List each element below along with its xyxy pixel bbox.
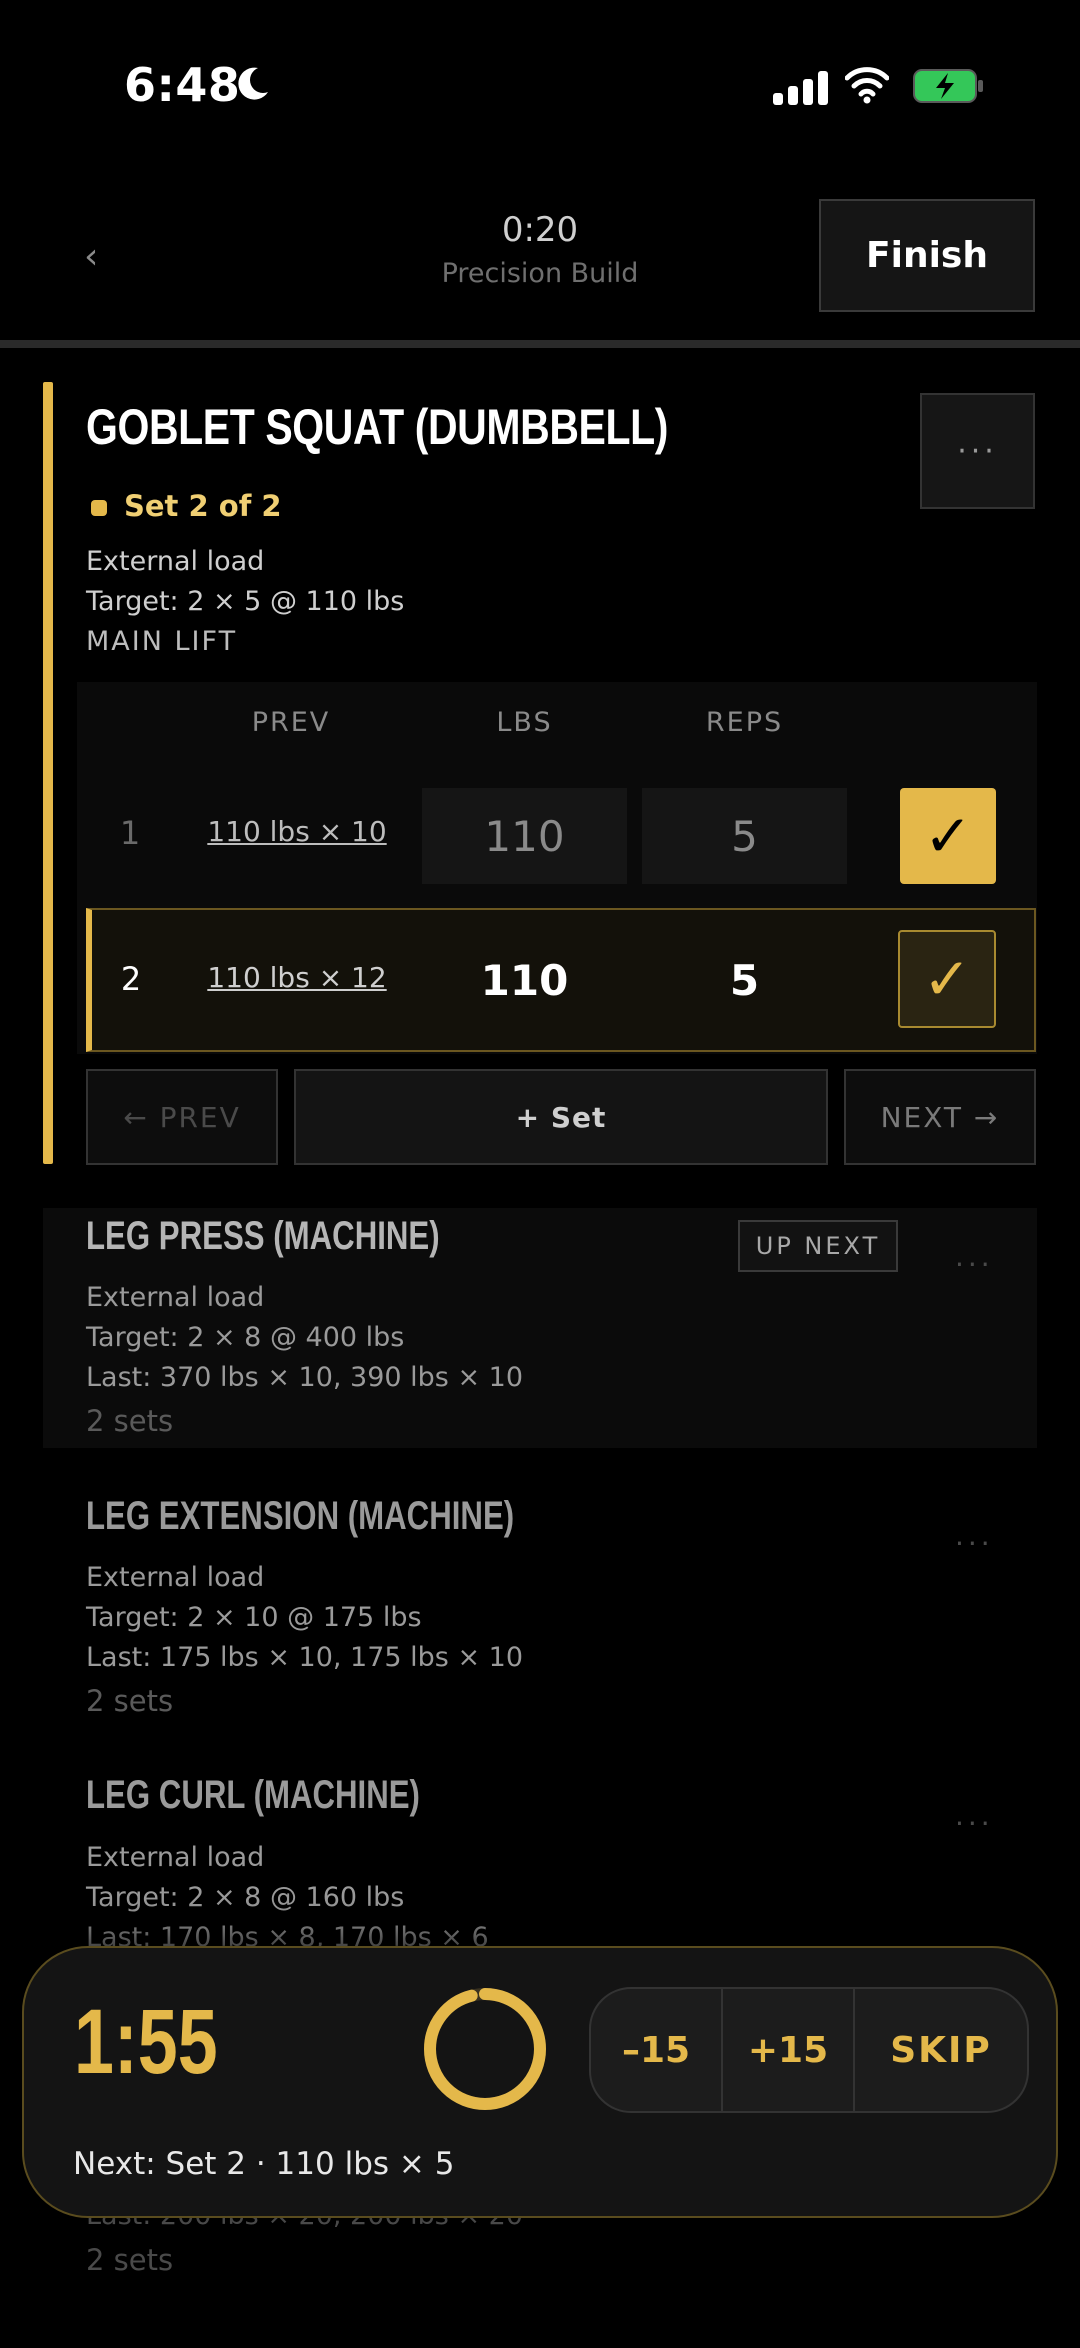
add-set-button[interactable]: + Set xyxy=(294,1069,828,1165)
weight-input[interactable]: 110 xyxy=(422,932,627,1028)
sets-count: 2 sets xyxy=(86,1684,174,1718)
exercise-target: Target: 2 × 8 @ 160 lbs xyxy=(86,1882,405,1913)
battery-charging-icon xyxy=(913,69,983,103)
set-number: 1 xyxy=(119,814,141,852)
reps-input[interactable]: 5 xyxy=(642,932,847,1028)
exercise-more-button[interactable]: ··· xyxy=(955,1807,994,1840)
minus-15-button[interactable]: –15 xyxy=(591,1989,723,2111)
load-type: External load xyxy=(86,1562,265,1593)
elapsed-time: 0:20 xyxy=(501,210,579,250)
header-divider xyxy=(0,340,1080,348)
set-complete-checkbox[interactable]: ✓ xyxy=(898,930,996,1028)
prev-set-button[interactable]: ← PREV xyxy=(86,1069,278,1165)
exercise-target: Target: 2 × 10 @ 175 lbs xyxy=(86,1602,422,1633)
load-type: External load xyxy=(86,1282,265,1313)
exercise-last: Last: 370 lbs × 10, 390 lbs × 10 xyxy=(86,1362,524,1393)
set-number: 2 xyxy=(120,960,142,998)
column-lbs: LBS xyxy=(496,707,553,738)
weight-input[interactable]: 110 xyxy=(422,788,627,884)
exercise-title[interactable]: LEG CURL (MACHINE) xyxy=(86,1773,420,1818)
exercise-title: LEG PRESS (MACHINE) xyxy=(86,1214,440,1258)
exercise-more-button[interactable]: ··· xyxy=(955,1527,994,1560)
wifi-icon xyxy=(845,67,889,104)
exercise-more-button[interactable]: ··· xyxy=(955,1248,994,1281)
load-type: External load xyxy=(86,546,265,577)
finish-button[interactable]: Finish xyxy=(819,199,1035,312)
active-exercise-accent xyxy=(43,382,53,1164)
next-set-button[interactable]: NEXT → xyxy=(844,1069,1036,1165)
previous-set-link[interactable]: 110 lbs × 10 xyxy=(197,815,397,848)
exercise-target: Target: 2 × 5 @ 110 lbs xyxy=(86,586,405,617)
column-prev: PREV xyxy=(251,707,331,738)
signal-icon xyxy=(773,71,829,105)
exercise-more-button[interactable]: ··· xyxy=(920,393,1035,509)
moon-icon xyxy=(238,67,268,100)
exercise-tag: MAIN LIFT xyxy=(86,626,238,657)
exercise-last: Last: 175 lbs × 10, 175 lbs × 10 xyxy=(86,1642,524,1673)
set-indicator-dot xyxy=(91,500,107,516)
rest-controls: –15 +15 SKIP xyxy=(589,1987,1029,2113)
exercise-title[interactable]: LEG EXTENSION (MACHINE) xyxy=(86,1494,514,1539)
rest-next-set: Next: Set 2 · 110 lbs × 5 xyxy=(73,2146,455,2182)
set-indicator: Set 2 of 2 xyxy=(124,489,282,523)
back-button[interactable]: ‹ xyxy=(84,236,98,277)
rest-progress-ring xyxy=(424,1988,546,2110)
exercise-title: GOBLET SQUAT (DUMBBELL) xyxy=(86,399,668,455)
workout-name: Precision Build xyxy=(441,258,639,289)
sets-count: 2 sets xyxy=(86,2243,174,2277)
previous-set-link[interactable]: 110 lbs × 12 xyxy=(197,961,397,994)
skip-rest-button[interactable]: SKIP xyxy=(855,1989,1027,2111)
reps-input[interactable]: 5 xyxy=(642,788,847,884)
column-reps: REPS xyxy=(705,707,784,738)
set-complete-checkbox[interactable]: ✓ xyxy=(900,788,996,884)
rest-time: 1:55 xyxy=(74,1991,218,2093)
plus-15-button[interactable]: +15 xyxy=(723,1989,855,2111)
status-time: 6:48 xyxy=(124,58,241,112)
up-next-badge: UP NEXT xyxy=(738,1220,898,1272)
exercise-target: Target: 2 × 8 @ 400 lbs xyxy=(86,1322,405,1353)
load-type: External load xyxy=(86,1842,265,1873)
sets-count: 2 sets xyxy=(86,1404,174,1438)
